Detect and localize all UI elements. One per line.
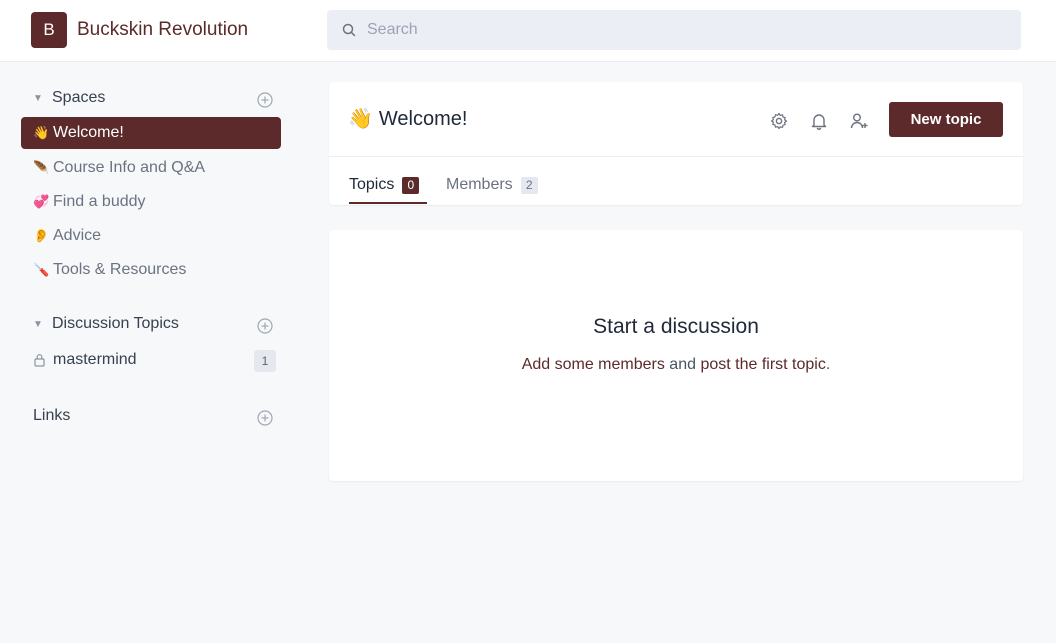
add-topic-group-icon[interactable]: [257, 318, 273, 334]
ear-icon: 👂: [33, 228, 50, 243]
sidebar-item-course-info[interactable]: 🪶 Course Info and Q&A: [21, 152, 281, 184]
feather-icon: 🪶: [33, 160, 50, 175]
spaces-collapse-icon[interactable]: ▼: [33, 93, 43, 104]
spaces-heading[interactable]: Spaces: [52, 89, 105, 107]
search-icon: [342, 23, 356, 37]
header-divider: [329, 156, 1023, 157]
discussion-collapse-icon[interactable]: ▼: [33, 319, 43, 330]
sidebar-item-label: Course Info and Q&A: [53, 159, 206, 176]
empty-state-message: Add some members and post the first topi…: [329, 356, 1023, 374]
add-space-icon[interactable]: [257, 92, 273, 108]
unread-count-badge: 1: [254, 350, 276, 372]
post-first-topic-link[interactable]: post the first topic: [700, 356, 825, 373]
empty-state-card: Start a discussion Add some members and …: [329, 230, 1023, 481]
app-name[interactable]: Buckskin Revolution: [77, 19, 248, 41]
bell-icon[interactable]: [809, 111, 829, 131]
add-link-icon[interactable]: [257, 410, 273, 426]
sidebar-item-mastermind[interactable]: mastermind 1: [21, 344, 281, 376]
links-heading[interactable]: Links: [33, 407, 70, 425]
page-title-text: Welcome!: [378, 108, 468, 130]
sidebar-item-label: Tools & Resources: [53, 261, 187, 278]
add-members-link[interactable]: Add some members: [522, 356, 665, 373]
add-user-icon[interactable]: [849, 111, 869, 131]
app-logo[interactable]: B: [31, 12, 67, 48]
discussion-topics-heading[interactable]: Discussion Topics: [52, 315, 179, 333]
tab-topics[interactable]: Topics 0: [349, 176, 420, 194]
sidebar-item-welcome[interactable]: 👋 Welcome!: [21, 117, 281, 149]
wave-icon: 👋: [33, 125, 50, 140]
members-count-badge: 2: [520, 176, 538, 194]
sidebar-item-label: Advice: [53, 227, 102, 244]
hearts-icon: 💞: [33, 194, 50, 209]
wave-icon: 👋: [348, 108, 373, 130]
empty-state-period: .: [825, 356, 831, 373]
sidebar-item-label: Welcome!: [53, 124, 124, 141]
lock-icon: [34, 354, 45, 367]
sidebar-item-advice[interactable]: 👂 Advice: [21, 220, 281, 252]
screwdriver-icon: 🪛: [33, 262, 50, 277]
space-header-card: 👋 Welcome! New topic Topics 0 Members 2: [329, 82, 1023, 205]
tab-members[interactable]: Members 2: [446, 176, 538, 194]
gear-icon[interactable]: [769, 111, 789, 131]
sidebar-item-tools-resources[interactable]: 🪛 Tools & Resources: [21, 254, 281, 286]
active-tab-indicator: [349, 202, 427, 204]
tab-label: Topics: [349, 176, 395, 193]
new-topic-button[interactable]: New topic: [889, 102, 1003, 137]
sidebar-item-find-a-buddy[interactable]: 💞 Find a buddy: [21, 186, 281, 218]
search-input[interactable]: [367, 10, 1007, 50]
page-title: 👋 Welcome!: [348, 106, 467, 131]
topics-count-badge: 0: [402, 176, 420, 194]
tab-label: Members: [446, 176, 513, 193]
empty-state-title: Start a discussion: [593, 315, 759, 338]
sidebar-item-label: Find a buddy: [53, 193, 146, 210]
empty-state-and: and: [664, 356, 701, 373]
top-bar: B Buckskin Revolution: [0, 0, 1056, 62]
search-bar[interactable]: [327, 10, 1021, 50]
sidebar-item-label: mastermind: [53, 351, 137, 368]
